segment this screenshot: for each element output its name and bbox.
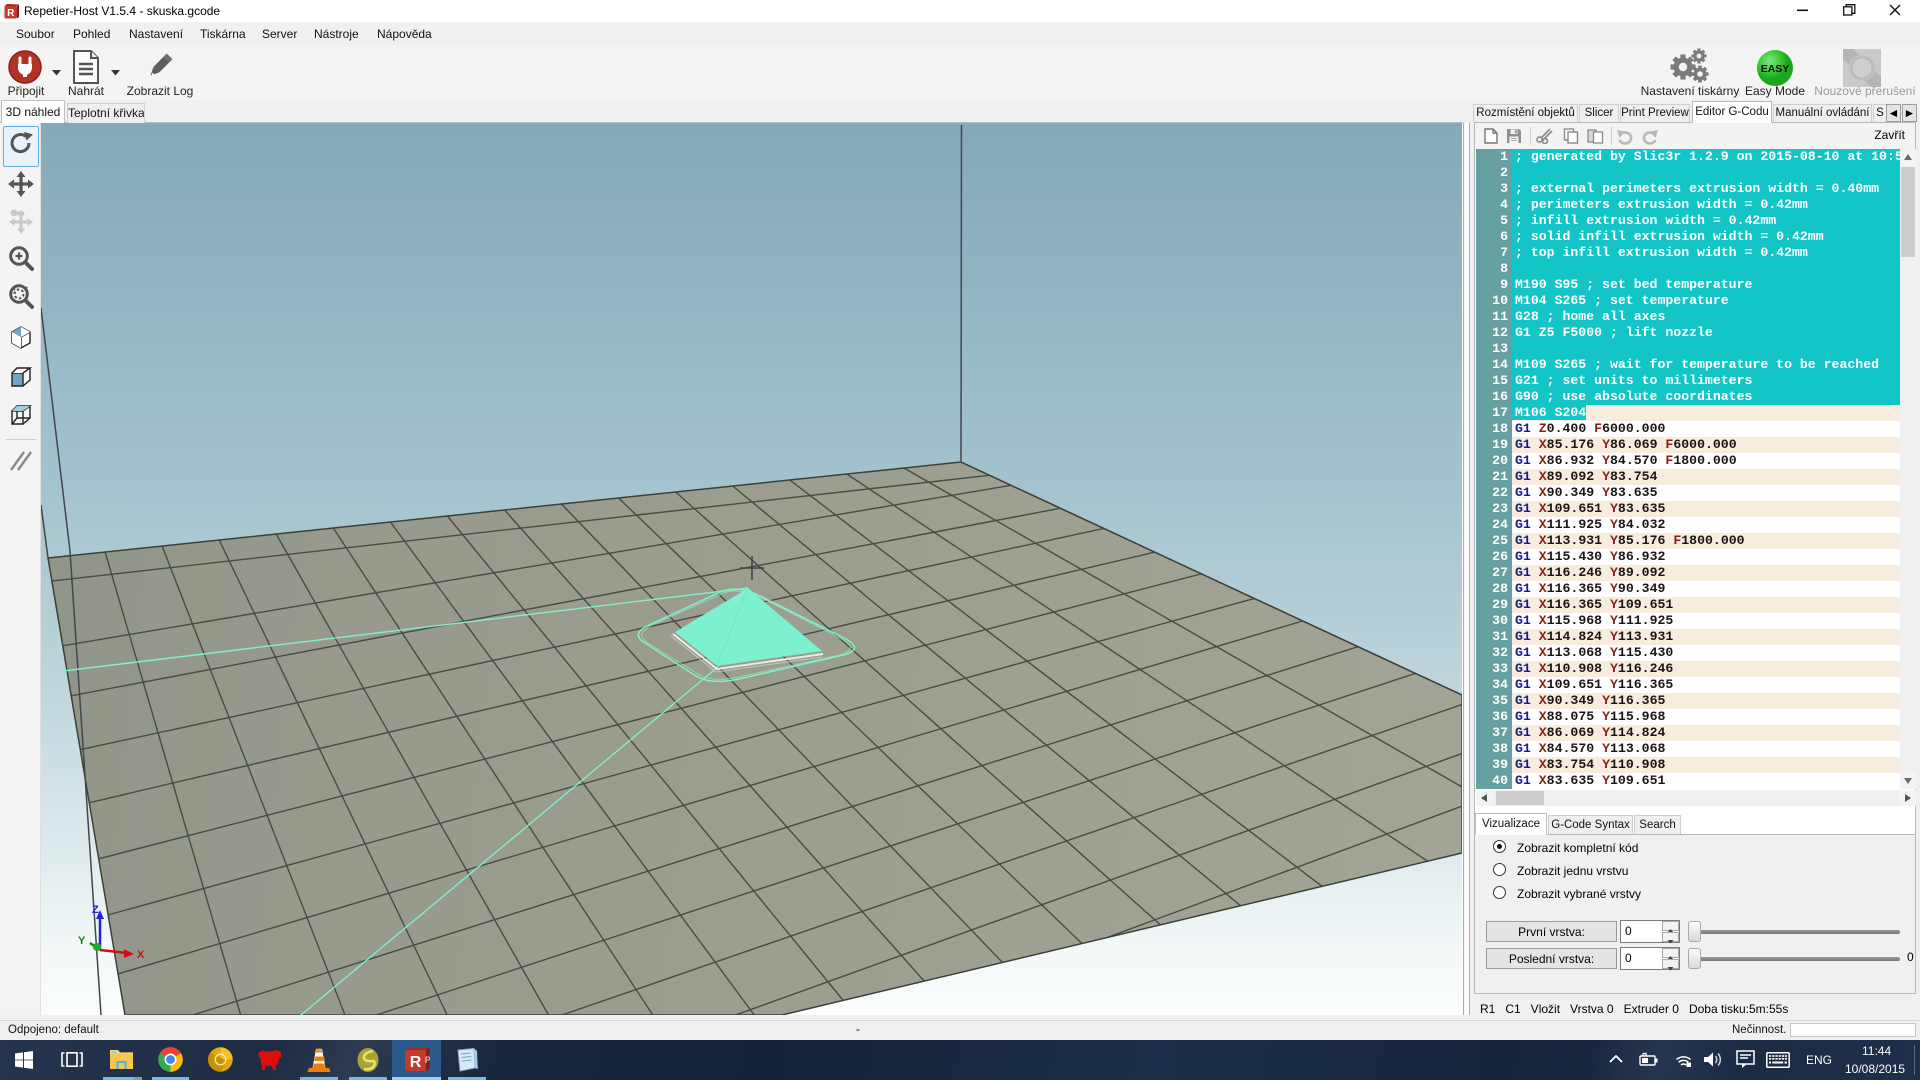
svg-text:Z: Z [92, 904, 99, 916]
svg-text:X: X [137, 949, 145, 961]
svg-text:Y: Y [78, 935, 86, 947]
svg-text:R: R [410, 1054, 422, 1071]
svg-text:P: P [425, 1055, 430, 1065]
svg-text:R: R [7, 8, 15, 19]
svg-text:EASY: EASY [1761, 63, 1790, 75]
